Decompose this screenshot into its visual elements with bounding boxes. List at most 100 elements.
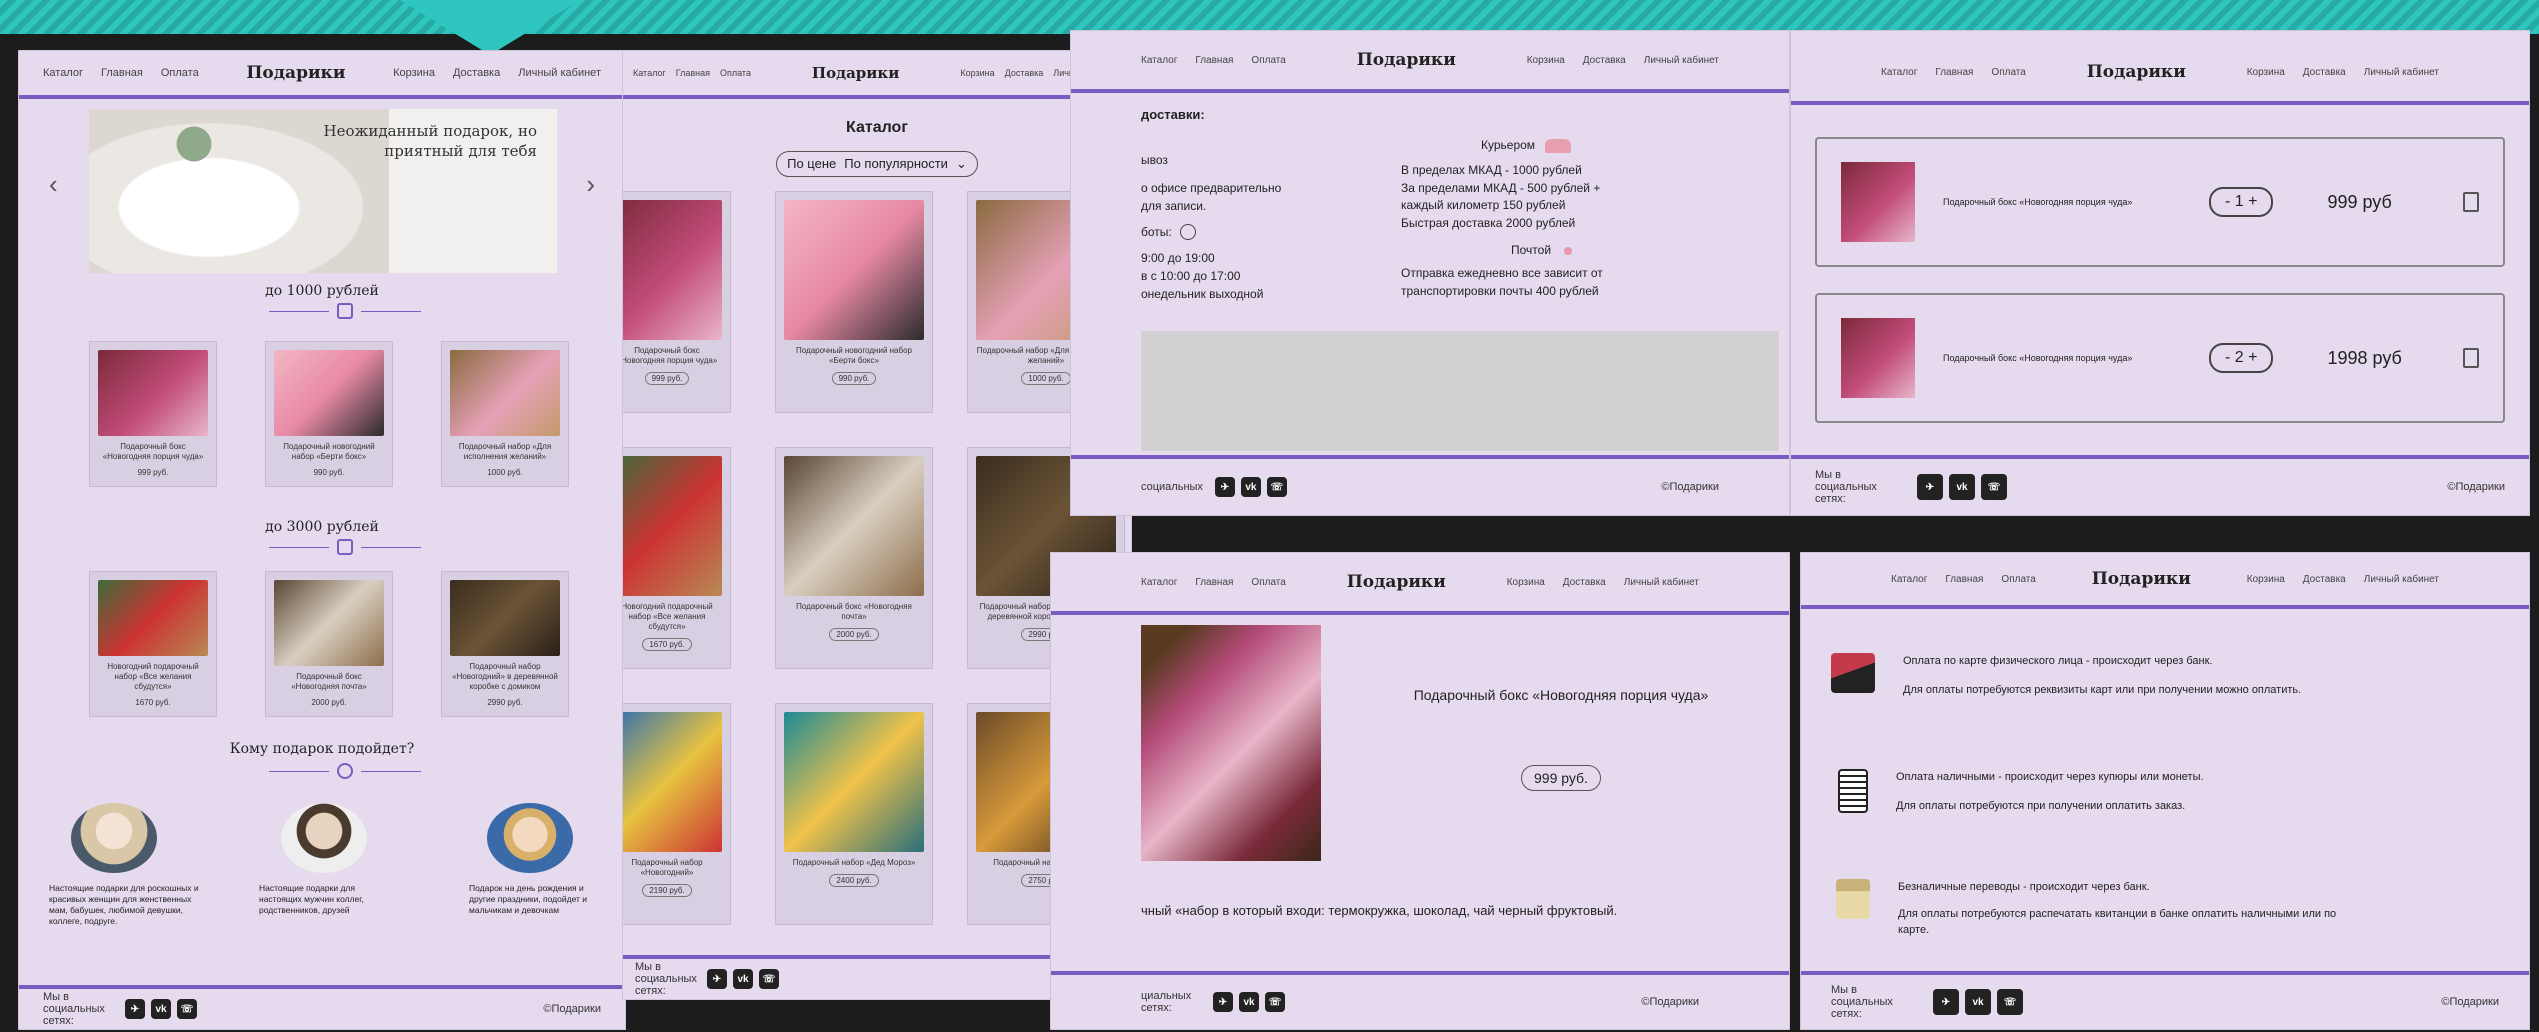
nav-cart[interactable]: Корзина	[1527, 55, 1565, 66]
sort-select[interactable]: По цене По популярности ⌄	[776, 151, 978, 177]
site-logo[interactable]: Подарики	[1357, 50, 1456, 70]
cart-item-row-2: Подарочный бокс «Новогодняя порция чуда»…	[1815, 293, 2505, 423]
telegram-icon[interactable]: ✈	[1917, 474, 1943, 500]
nav-account[interactable]: Личный кабинет	[1644, 55, 1719, 66]
nav-delivery[interactable]: Доставка	[1005, 68, 1044, 78]
catalog-header: Каталог Главная Оплата Подарики Корзина …	[623, 51, 1131, 99]
telegram-icon[interactable]: ✈	[125, 999, 145, 1019]
catalog-card-8[interactable]: Подарочный набор «Дед Мороз» 2400 руб.	[775, 703, 933, 925]
catalog-card-1[interactable]: Подарочный бокс «Новогодняя порция чуда»…	[623, 191, 731, 413]
nav-cart[interactable]: Корзина	[2247, 574, 2285, 585]
home-product-card-1[interactable]: Подарочный бокс «Новогодняя порция чуда»…	[89, 341, 217, 487]
home-product-card-2[interactable]: Подарочный новогодний набор «Берти бокс»…	[265, 341, 393, 487]
product-price: 2000 руб.	[829, 628, 879, 641]
catalog-card-5[interactable]: Подарочный бокс «Новогодняя почта» 2000 …	[775, 447, 933, 669]
whatsapp-icon[interactable]: ☏	[759, 969, 779, 989]
nav-cart[interactable]: Корзина	[2247, 67, 2285, 78]
social-block: Мы в социальных сетях: ✈ vk ☏	[635, 961, 779, 997]
carousel-next-arrow[interactable]: ›	[586, 169, 595, 200]
product-photo	[784, 456, 924, 596]
nav-catalog[interactable]: Каталог	[1141, 55, 1177, 66]
product-price: 990 руб.	[313, 468, 345, 477]
site-logo[interactable]: Подарики	[2092, 569, 2191, 589]
trash-icon[interactable]	[2463, 348, 2479, 368]
home-product-card-5[interactable]: Подарочный бокс «Новогодняя почта» 2000 …	[265, 571, 393, 717]
nav-delivery[interactable]: Доставка	[2303, 67, 2346, 78]
home-product-card-4[interactable]: Новогодний подарочный набор «Все желания…	[89, 571, 217, 717]
nav-payment[interactable]: Оплата	[720, 68, 751, 78]
trash-icon[interactable]	[2463, 192, 2479, 212]
site-logo[interactable]: Подарики	[246, 63, 345, 83]
section-divider-3	[269, 763, 421, 779]
home-product-card-6[interactable]: Подарочный набор «Новогодний» в деревянн…	[441, 571, 569, 717]
telegram-icon[interactable]: ✈	[1214, 477, 1235, 497]
nav-delivery[interactable]: Доставка	[453, 67, 500, 79]
home-page-panel: Каталог Главная Оплата Подарики Корзина …	[18, 50, 626, 1030]
nav-account[interactable]: Личный кабинет	[518, 67, 601, 79]
whatsapp-icon[interactable]: ☏	[177, 999, 197, 1019]
receipt-icon	[1838, 769, 1868, 813]
who-text-kids: Подарок на день рождения и другие праздн…	[469, 883, 588, 916]
nav-payment[interactable]: Оплата	[1251, 577, 1285, 588]
product-price: 1000 руб.	[1021, 372, 1071, 385]
nav-home[interactable]: Главная	[101, 67, 143, 79]
vk-icon[interactable]: vk	[733, 969, 753, 989]
nav-payment[interactable]: Оплата	[1991, 67, 2025, 78]
vk-icon[interactable]: vk	[1239, 992, 1259, 1012]
product-header: Каталог Главная Оплата Подарики Корзина …	[1051, 553, 1789, 615]
quantity-stepper[interactable]: - 1 +	[2209, 187, 2274, 217]
product-name: Подарочный набор «Новогодний» в деревянн…	[452, 662, 558, 691]
nav-payment[interactable]: Оплата	[1251, 55, 1285, 66]
sort-by-popularity[interactable]: По популярности	[844, 156, 948, 172]
social-block: Мы в социальных сетях: ✈ vk ☏	[1815, 469, 2007, 505]
cart-item-price: 999 руб	[2327, 191, 2392, 212]
sort-by-price[interactable]: По цене	[787, 156, 836, 172]
nav-catalog[interactable]: Каталог	[43, 67, 83, 79]
telegram-icon[interactable]: ✈	[707, 969, 727, 989]
nav-payment[interactable]: Оплата	[161, 67, 199, 79]
nav-cart[interactable]: Корзина	[393, 67, 435, 79]
nav-home[interactable]: Главная	[1935, 67, 1973, 78]
whatsapp-icon[interactable]: ☏	[1265, 992, 1285, 1012]
nav-account[interactable]: Личный кабинет	[2364, 574, 2439, 585]
carousel-prev-arrow[interactable]: ‹	[49, 169, 58, 200]
catalog-card-4[interactable]: Новогодний подарочный набор «Все желания…	[623, 447, 731, 669]
nav-home[interactable]: Главная	[1945, 574, 1983, 585]
nav-catalog[interactable]: Каталог	[633, 68, 666, 78]
hero-text: Неожиданный подарок, но приятный для теб…	[323, 122, 537, 161]
home-product-card-3[interactable]: Подарочный набор «Для исполнения желаний…	[441, 341, 569, 487]
quantity-stepper[interactable]: - 2 +	[2209, 343, 2274, 373]
vk-icon[interactable]: vk	[1240, 477, 1261, 497]
nav-payment[interactable]: Оплата	[2001, 574, 2035, 585]
telegram-icon[interactable]: ✈	[1213, 992, 1233, 1012]
site-logo[interactable]: Подарики	[1347, 572, 1446, 592]
whatsapp-icon[interactable]: ☏	[1266, 477, 1287, 497]
whatsapp-icon[interactable]: ☏	[1981, 474, 2007, 500]
nav-home[interactable]: Главная	[676, 68, 710, 78]
nav-delivery[interactable]: Доставка	[2303, 574, 2346, 585]
vk-icon[interactable]: vk	[1965, 989, 1991, 1015]
payment-page-panel: Каталог Главная Оплата Подарики Корзина …	[1800, 552, 2530, 1030]
nav-delivery[interactable]: Доставка	[1583, 55, 1626, 66]
nav-catalog[interactable]: Каталог	[1881, 67, 1917, 78]
nav-cart[interactable]: Корзина	[1507, 577, 1545, 588]
catalog-card-2[interactable]: Подарочный новогодний набор «Берти бокс»…	[775, 191, 933, 413]
nav-catalog[interactable]: Каталог	[1141, 577, 1177, 588]
product-main-photo	[1141, 625, 1321, 861]
nav-home[interactable]: Главная	[1195, 577, 1233, 588]
site-logo[interactable]: Подарики	[2087, 62, 2186, 82]
telegram-icon[interactable]: ✈	[1933, 989, 1959, 1015]
nav-home[interactable]: Главная	[1195, 55, 1233, 66]
whatsapp-icon[interactable]: ☏	[1997, 989, 2023, 1015]
nav-catalog[interactable]: Каталог	[1891, 574, 1927, 585]
vk-icon[interactable]: vk	[1949, 474, 1975, 500]
pickup-line-1: о офисе предварительно	[1141, 181, 1282, 195]
site-logo[interactable]: Подарики	[812, 64, 899, 82]
vk-icon[interactable]: vk	[151, 999, 171, 1019]
product-thumb	[1841, 318, 1915, 398]
nav-account[interactable]: Личный кабинет	[1624, 577, 1699, 588]
catalog-card-7[interactable]: Подарочный набор «Новогодний» 2190 руб.	[623, 703, 731, 925]
nav-cart[interactable]: Корзина	[960, 68, 994, 78]
nav-delivery[interactable]: Доставка	[1563, 577, 1606, 588]
nav-account[interactable]: Личный кабинет	[2364, 67, 2439, 78]
